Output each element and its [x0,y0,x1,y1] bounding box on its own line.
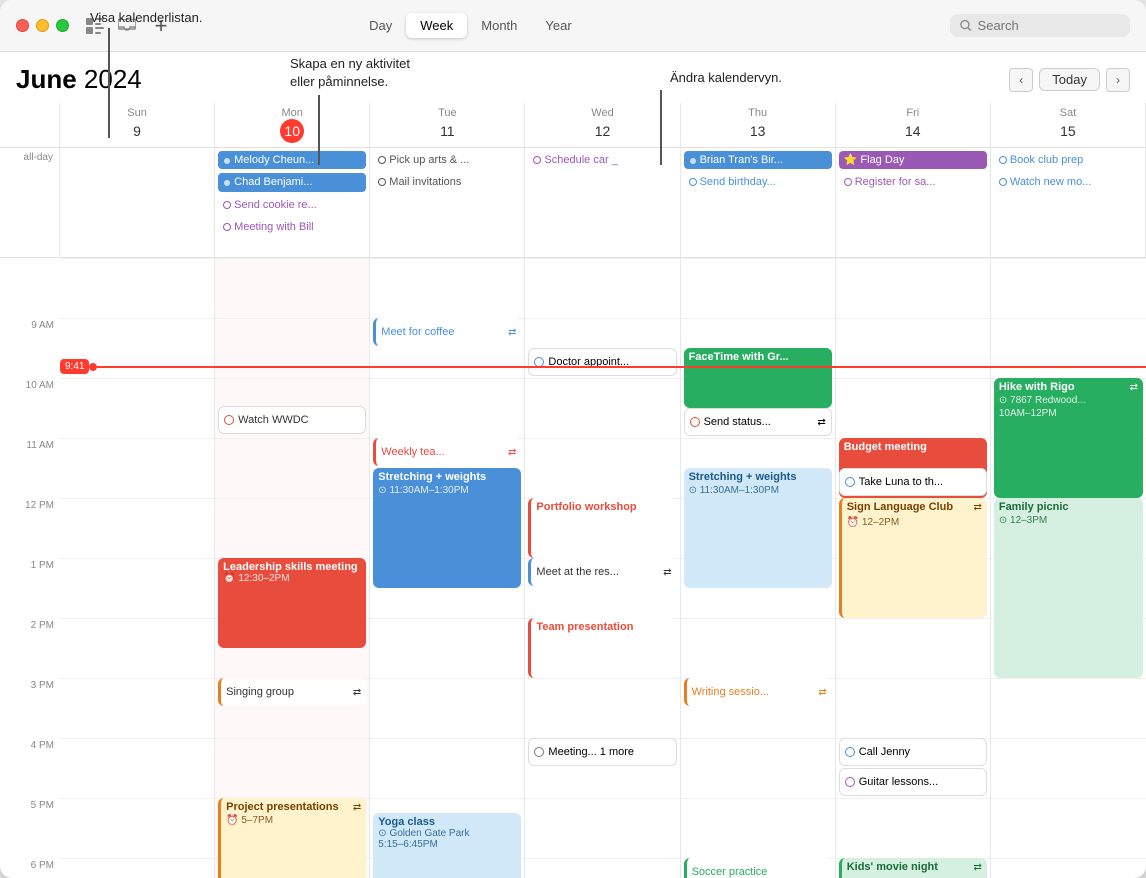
time-4pm: 4 PM [0,738,60,798]
calendar-app: Visa kalenderlistan. Skapa en ny aktivit… [0,0,1146,878]
time-2pm: 2 PM [0,618,60,678]
allday-row: all-day Melody Cheun... Chad Benjami... … [0,148,1146,258]
day-header-mon: Mon 10 [215,103,370,147]
event-send-birthday[interactable]: Send birthday... [684,173,832,191]
search-input[interactable] [978,18,1120,33]
time-10am: 10 AM [0,378,60,438]
time-8am [0,258,60,318]
event-brian-bday[interactable]: Brian Tran's Bir... [684,151,832,169]
event-melody[interactable]: Melody Cheun... [218,151,366,169]
time-11am: 11 AM [0,438,60,498]
event-writing[interactable]: Writing sessio... ⇄ [684,678,832,706]
day-header-thu: Thu 13 [681,103,836,147]
allday-wed: Schedule car _ [525,148,680,257]
event-sign-language[interactable]: Sign Language Club ⏰ 12–2PM ⇄ [839,498,987,618]
inbox-icon[interactable] [113,12,141,40]
event-pickup-arts[interactable]: Pick up arts & ... [373,151,521,169]
day-header-wed: Wed 12 [525,103,680,147]
add-event-button[interactable]: + [149,14,173,38]
day-header-sat: Sat 15 [991,103,1146,147]
allday-thu: Brian Tran's Bir... Send birthday... [681,148,836,257]
calendar-grid: Sun 9 Mon 10 Tue 11 Wed 12 Thu 13 Fri 14 [0,103,1146,878]
allday-label: all-day [0,148,60,257]
event-yoga[interactable]: Yoga class ⊙ Golden Gate Park 5:15–6:45P… [373,813,521,878]
event-schedule-car[interactable]: Schedule car _ [528,151,676,169]
close-button[interactable] [16,19,29,32]
time-6pm: 6 PM [0,858,60,878]
toolbar: + Day Week Month Year [0,0,1146,52]
day-col-wed: Doctor appoint... Portfolio workshop Mee… [525,258,680,878]
search-box[interactable] [950,14,1130,37]
event-stretching-thu[interactable]: Stretching + weights ⊙ 11:30AM–1:30PM [684,468,832,588]
event-meet-res[interactable]: Meet at the res... ⇄ [528,558,676,586]
minimize-button[interactable] [36,19,49,32]
day-col-mon: Watch WWDC Leadership skills meeting ⏰ 1… [215,258,370,878]
event-stretching-tue[interactable]: Stretching + weights ⊙ 11:30AM–1:30PM [373,468,521,588]
event-chad[interactable]: Chad Benjami... [218,173,366,191]
event-hike[interactable]: Hike with Rigo ⊙ 7867 Redwood... 10AM–12… [994,378,1143,498]
event-guitar[interactable]: Guitar lessons... [839,768,987,796]
day-col-sun [60,258,215,878]
event-soccer[interactable]: Soccer practice [684,858,832,878]
day-col-fri: Budget meeting Take Luna to th... Sign L… [836,258,991,878]
day-col-sat: Hike with Rigo ⊙ 7867 Redwood... 10AM–12… [991,258,1146,878]
time-3pm: 3 PM [0,678,60,738]
view-tabs: Day Week Month Year [355,13,586,38]
event-flag-day[interactable]: ⭐ Flag Day [839,151,987,169]
tab-year[interactable]: Year [531,13,585,38]
event-mail-invitations[interactable]: Mail invitations [373,173,521,191]
month-year-title: June 2024 [16,64,142,95]
prev-week-button[interactable]: ‹ [1009,68,1033,92]
tab-week[interactable]: Week [406,13,467,38]
day-header-tue: Tue 11 [370,103,525,147]
day-header-fri: Fri 14 [836,103,991,147]
event-meeting-more[interactable]: Meeting... 1 more [528,738,676,766]
day-col-tue: Meet for coffee ⇄ Weekly tea... ⇄ Stretc… [370,258,525,878]
time-column: 9 AM 10 AM 11 AM 12 PM 1 PM 2 PM 3 PM 4 … [0,258,60,878]
event-watch-wwdc[interactable]: Watch WWDC [218,406,366,434]
allday-mon: Melody Cheun... Chad Benjami... Send coo… [215,148,370,257]
event-facetime[interactable]: FaceTime with Gr... [684,348,832,408]
traffic-lights [16,19,69,32]
allday-sun [60,148,215,257]
event-weekly-tea[interactable]: Weekly tea... ⇄ [373,438,521,466]
time-12pm: 12 PM [0,498,60,558]
calendar-navigation: ‹ Today › [1009,68,1130,92]
event-team-presentation[interactable]: Team presentation [528,618,676,678]
tab-day[interactable]: Day [355,13,406,38]
event-kids-movie[interactable]: Kids' movie night ⇄ [839,858,987,878]
event-book-club[interactable]: Book club prep [994,151,1142,169]
event-register[interactable]: Register for sa... [839,173,987,191]
day-header-sun: Sun 9 [60,103,215,147]
time-5pm: 5 PM [0,798,60,858]
event-doctor[interactable]: Doctor appoint... [528,348,676,376]
event-watch-movie[interactable]: Watch new mo... [994,173,1142,191]
maximize-button[interactable] [56,19,69,32]
event-portfolio[interactable]: Portfolio workshop [528,498,676,558]
event-singing-group[interactable]: Singing group ⇄ [218,678,366,706]
today-button[interactable]: Today [1039,68,1100,91]
search-icon [960,19,972,32]
event-call-jenny[interactable]: Call Jenny [839,738,987,766]
event-luna[interactable]: Take Luna to th... [839,468,987,496]
tab-month[interactable]: Month [467,13,531,38]
event-meet-coffee[interactable]: Meet for coffee ⇄ [373,318,521,346]
event-meeting-bill[interactable]: Meeting with Bill [218,218,366,236]
event-leadership[interactable]: Leadership skills meeting ⏰ 12:30–2PM [218,558,366,648]
time-1pm: 1 PM [0,558,60,618]
timed-events-area: 9 AM 10 AM 11 AM 12 PM 1 PM 2 PM 3 PM 4 … [0,258,1146,878]
event-project-presentations[interactable]: Project presentations ⏰ 5–7PM ⇄ [218,798,366,878]
event-cookie[interactable]: Send cookie re... [218,196,366,214]
allday-sat: Book club prep Watch new mo... [991,148,1146,257]
event-family-picnic[interactable]: Family picnic ⊙ 12–3PM [994,498,1143,678]
event-send-status[interactable]: Send status... ⇄ [684,408,832,436]
calendar-header: June 2024 ‹ Today › [0,52,1146,103]
next-week-button[interactable]: › [1106,68,1130,92]
day-headers: Sun 9 Mon 10 Tue 11 Wed 12 Thu 13 Fri 14 [0,103,1146,148]
allday-tue: Pick up arts & ... Mail invitations [370,148,525,257]
calendar-list-icon[interactable] [81,12,109,40]
time-9am: 9 AM [0,318,60,378]
allday-fri: ⭐ Flag Day Register for sa... [836,148,991,257]
day-col-thu: FaceTime with Gr... Send status... ⇄ Str… [681,258,836,878]
